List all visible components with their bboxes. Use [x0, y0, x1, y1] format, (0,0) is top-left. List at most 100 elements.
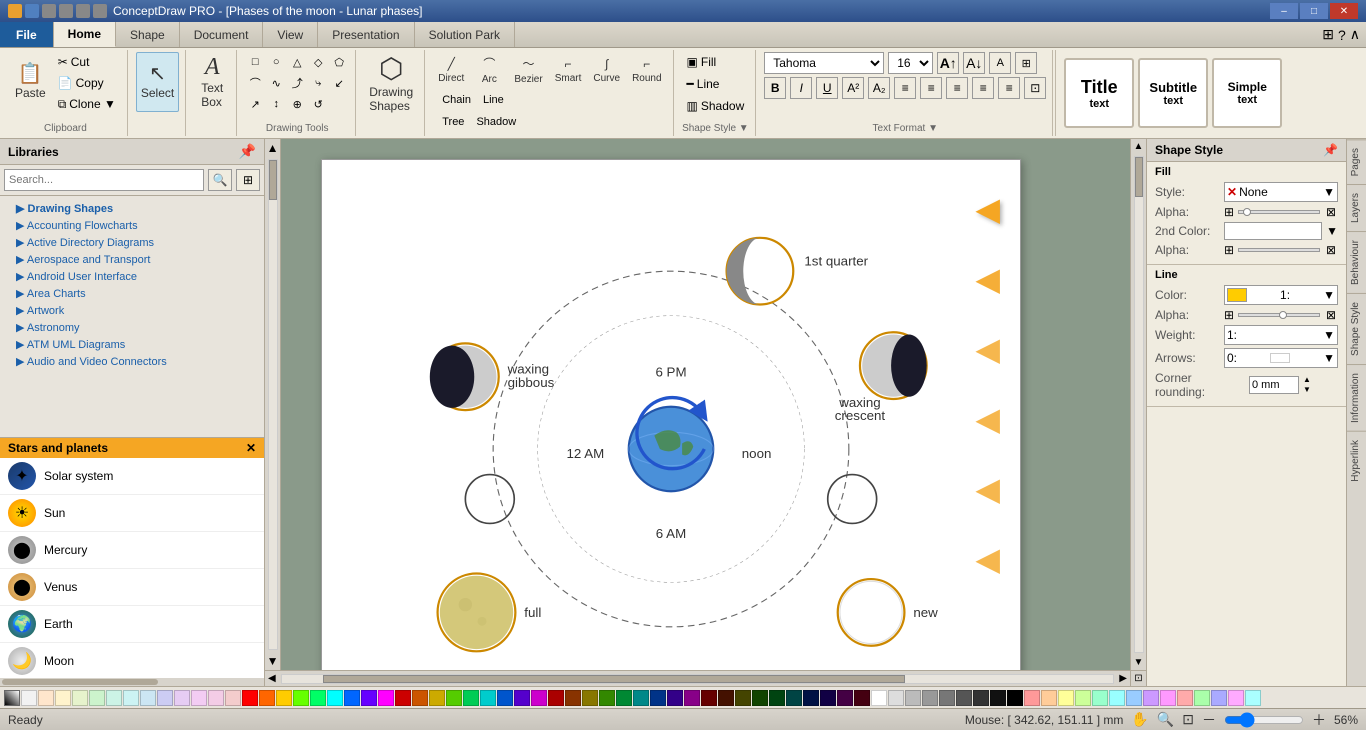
fill-alpha-thumb[interactable] [1243, 208, 1251, 216]
color-cell[interactable] [89, 690, 105, 706]
tab-presentation[interactable]: Presentation [318, 22, 414, 47]
tree-button[interactable]: Tree [437, 112, 469, 132]
color-cell[interactable] [378, 690, 394, 706]
curve2-tool[interactable]: ⤷ [308, 73, 328, 93]
color-cell[interactable] [1075, 690, 1091, 706]
solar-system-item[interactable]: ✦ Solar system [0, 458, 264, 495]
color-cell[interactable] [327, 690, 343, 706]
tree-item-aerospace[interactable]: ▶ Aerospace and Transport [0, 251, 264, 268]
help-icon[interactable]: ? [1338, 27, 1346, 43]
corner-rounding-input[interactable] [1249, 376, 1299, 394]
more-font-button[interactable]: ⊞ [1015, 52, 1037, 74]
color-cell[interactable] [803, 690, 819, 706]
color-cell[interactable] [55, 690, 71, 706]
copy-button[interactable]: 📄 Copy [53, 73, 121, 93]
expand-icon[interactable]: ∧ [1350, 26, 1360, 43]
mercury-item[interactable]: ⬤ Mercury [0, 532, 264, 569]
scroll-right-down-button[interactable]: ▼ [1132, 655, 1146, 670]
paste-button[interactable]: 📋 Paste [10, 52, 51, 112]
color-cell[interactable] [1041, 690, 1057, 706]
subscript-button[interactable]: A₂ [868, 77, 890, 99]
arc-connector-button[interactable]: ⌒ Arc [471, 52, 507, 88]
color-cell[interactable] [463, 690, 479, 706]
canvas-area[interactable]: 6 PM 12 AM noon 6 AM 1st quarter [281, 139, 1130, 670]
align-left-button[interactable]: ≡ [894, 77, 916, 99]
vtab-behaviour[interactable]: Behaviour [1347, 231, 1366, 293]
simple-style-box[interactable]: Simple text [1212, 58, 1282, 128]
v-scrollbar-right-thumb[interactable] [1135, 157, 1143, 197]
color-cell[interactable] [344, 690, 360, 706]
app-icon-6[interactable] [93, 4, 107, 18]
cut-button[interactable]: ✂ Cut [53, 52, 121, 72]
fit-icon[interactable]: ⊡ [1182, 711, 1194, 728]
venus-item[interactable]: ⬤ Venus [0, 569, 264, 606]
color-cell[interactable] [1245, 690, 1261, 706]
color-cell[interactable] [786, 690, 802, 706]
fill-2nd-color-swatch[interactable] [1224, 222, 1322, 240]
pentagon-tool[interactable]: ⬠ [329, 52, 349, 72]
color-cell[interactable] [1194, 690, 1210, 706]
tab-home[interactable]: Home [54, 22, 116, 47]
color-cell[interactable] [616, 690, 632, 706]
close-button[interactable]: ✕ [1330, 3, 1358, 19]
fill-alpha-reset[interactable]: ⊠ [1324, 205, 1338, 219]
color-cell[interactable] [735, 690, 751, 706]
drawing-shapes-button[interactable]: ⬡ DrawingShapes [364, 52, 418, 116]
fill-2nd-alpha-slider[interactable] [1238, 248, 1320, 252]
tree-item-audio-video[interactable]: ▶ Audio and Video Connectors [0, 353, 264, 370]
color-cell[interactable] [1007, 690, 1023, 706]
line-alpha-slider[interactable] [1238, 313, 1320, 317]
color-cell[interactable] [293, 690, 309, 706]
vtab-information[interactable]: Information [1347, 364, 1366, 431]
line-color-dropdown[interactable]: 1: ▼ [1224, 285, 1338, 305]
color-cell[interactable] [684, 690, 700, 706]
color-cell[interactable] [633, 690, 649, 706]
wave-tool[interactable]: ∿ [266, 73, 286, 93]
color-cell[interactable] [1177, 690, 1193, 706]
underline-button[interactable]: U [816, 77, 838, 99]
scroll-down-button[interactable]: ▼ [265, 652, 280, 670]
color-cell[interactable] [191, 690, 207, 706]
font-size-select[interactable]: 16 [888, 52, 933, 74]
textbox-button[interactable]: A TextBox [194, 52, 230, 112]
color-cell[interactable] [106, 690, 122, 706]
app-icon-5[interactable] [76, 4, 90, 18]
color-cell[interactable] [1058, 690, 1074, 706]
tab-shape[interactable]: Shape [116, 22, 180, 47]
app-icon-2[interactable] [25, 4, 39, 18]
color-cell[interactable] [667, 690, 683, 706]
color-cell[interactable] [956, 690, 972, 706]
scroll-up-button[interactable]: ▲ [265, 139, 280, 157]
corner-down-button[interactable]: ▼ [1303, 385, 1311, 395]
diamond-tool[interactable]: ◇ [308, 52, 328, 72]
tree-item-astronomy[interactable]: ▶ Astronomy [0, 319, 264, 336]
align-right-button[interactable]: ≡ [946, 77, 968, 99]
bezier-button[interactable]: 〜 Bezier [509, 52, 547, 88]
color-cell[interactable] [361, 690, 377, 706]
smart-button[interactable]: ⌐ Smart [550, 52, 587, 88]
list-button[interactable]: ≡ [998, 77, 1020, 99]
color-picker-button[interactable] [4, 690, 20, 706]
color-cell[interactable] [1109, 690, 1125, 706]
search-input[interactable] [4, 169, 204, 191]
direct-button[interactable]: ╱ Direct [433, 52, 469, 88]
color-cell[interactable] [157, 690, 173, 706]
color-cell[interactable] [412, 690, 428, 706]
curve-button[interactable]: ∫ Curve [588, 52, 625, 88]
fill-button[interactable]: ▣ Fill [682, 52, 750, 72]
tree-item-area-charts[interactable]: ▶ Area Charts [0, 285, 264, 302]
color-cell[interactable] [973, 690, 989, 706]
line-arrows-dropdown[interactable]: 0: ▼ [1224, 348, 1338, 368]
search-button[interactable]: 🔍 [208, 169, 232, 191]
vtab-layers[interactable]: Layers [1347, 184, 1366, 231]
color-cell[interactable] [242, 690, 258, 706]
color-cell[interactable] [548, 690, 564, 706]
sun-item[interactable]: ☀ Sun [0, 495, 264, 532]
stars-scrollbar[interactable] [0, 678, 264, 686]
color-cell[interactable] [446, 690, 462, 706]
moon-item[interactable]: 🌙 Moon [0, 643, 264, 678]
vline-tool[interactable]: ↕ [266, 94, 286, 114]
align-center-button[interactable]: ≡ [920, 77, 942, 99]
color-cell[interactable] [650, 690, 666, 706]
circle-tool[interactable]: ○ [266, 52, 286, 72]
